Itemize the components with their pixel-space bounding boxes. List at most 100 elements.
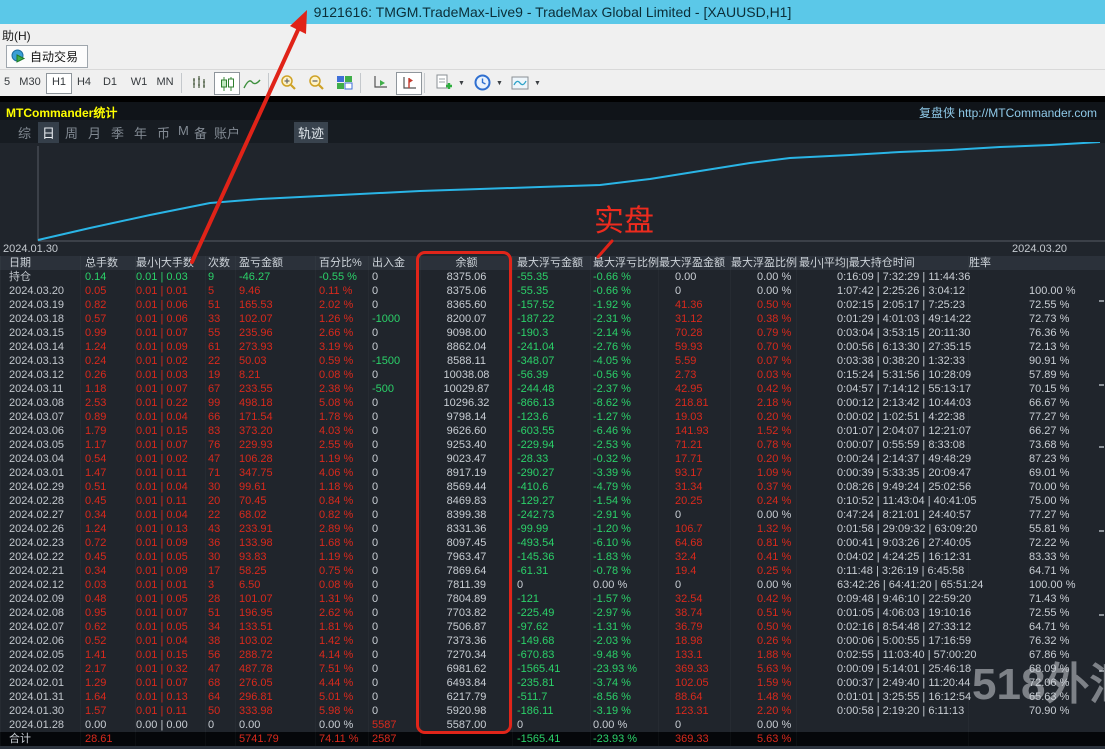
- table-row[interactable]: 2024.02.090.480.01 | 0.0528101.071.31 %0…: [0, 592, 1105, 606]
- table-row[interactable]: 2024.02.280.450.01 | 0.112070.450.84 %08…: [0, 494, 1105, 508]
- cell-min-max-lots: 0.01 | 0.11: [135, 466, 205, 480]
- table-row[interactable]: 2024.01.311.640.01 | 0.1364296.815.01 %0…: [0, 690, 1105, 704]
- cell-pl-percent: 0.11 %: [315, 284, 368, 298]
- cell-count: 51: [205, 298, 235, 312]
- table-row[interactable]: 2024.03.070.890.01 | 0.0466171.541.78 %0…: [0, 410, 1105, 424]
- table-row[interactable]: 2024.01.301.570.01 | 0.1150333.985.98 %0…: [0, 704, 1105, 718]
- chart-shift-icon[interactable]: [396, 72, 422, 95]
- table-row[interactable]: 2024.03.150.990.01 | 0.0755235.962.66 %0…: [0, 326, 1105, 340]
- panel-tab-7[interactable]: 币: [153, 122, 174, 143]
- cell-lots: 0.45: [80, 550, 135, 564]
- templates-icon[interactable]: [508, 72, 532, 93]
- panel-title: MTCommander统计: [6, 104, 117, 121]
- table-row[interactable]: 2024.02.011.290.01 | 0.0768276.054.44 %0…: [0, 676, 1105, 690]
- table-row[interactable]: 2024.03.111.180.01 | 0.0767233.552.38 %-…: [0, 382, 1105, 396]
- table-row[interactable]: 2024.02.080.950.01 | 0.0751196.952.62 %0…: [0, 606, 1105, 620]
- zoom-in-icon[interactable]: [276, 72, 300, 93]
- panel-tab-4[interactable]: 月: [84, 122, 105, 143]
- cell-max-float-loss-pct: -1.20 %: [590, 522, 658, 536]
- table-row[interactable]: 2024.02.261.240.01 | 0.1343233.912.89 %0…: [0, 522, 1105, 536]
- indicators-icon[interactable]: [432, 72, 456, 93]
- cell-lots: 2.53: [80, 396, 135, 410]
- indicators-caret-icon[interactable]: ▼: [458, 80, 465, 87]
- table-row[interactable]: 2024.03.190.820.01 | 0.0651165.532.02 %0…: [0, 298, 1105, 312]
- table-row[interactable]: 2024.02.070.620.01 | 0.0534133.511.81 %0…: [0, 620, 1105, 634]
- timeframe-button-h4[interactable]: H4: [72, 73, 96, 92]
- table-row[interactable]: 2024.02.290.510.01 | 0.043099.611.18 %08…: [0, 480, 1105, 494]
- total-row[interactable]: 合计28.615741.7974.11 %2587-1565.41-23.93 …: [0, 732, 1105, 746]
- timeframe-button-m30[interactable]: M30: [16, 73, 44, 92]
- table-row[interactable]: 2024.01.280.000.00 | 0.0000.000.00 %5587…: [0, 718, 1105, 732]
- cell-max-float-profit: 218.81: [658, 396, 730, 410]
- panel-tab-10[interactable]: 账户: [210, 122, 244, 143]
- table-row[interactable]: 2024.03.120.260.01 | 0.03198.210.08 %010…: [0, 368, 1105, 382]
- panel-tab-6[interactable]: 年: [130, 122, 151, 143]
- cell-max-float-profit-pct: 0.42 %: [730, 382, 796, 396]
- auto-scroll-icon[interactable]: [368, 72, 392, 93]
- table-row[interactable]: 2024.02.270.340.01 | 0.042268.020.82 %08…: [0, 508, 1105, 522]
- bar-chart-icon[interactable]: [188, 72, 212, 93]
- panel-tab-3[interactable]: 周: [61, 122, 82, 143]
- table-row[interactable]: 2024.03.061.790.01 | 0.1583373.204.03 %0…: [0, 424, 1105, 438]
- panel-tab-9[interactable]: 备: [190, 122, 211, 143]
- table-row[interactable]: 2024.03.040.540.01 | 0.0247106.281.19 %0…: [0, 452, 1105, 466]
- cell-max-float-profit-pct: 0.00 %: [730, 270, 796, 284]
- table-row[interactable]: 2024.02.022.170.01 | 0.3247487.787.51 %0…: [0, 662, 1105, 676]
- cell-max-float-profit: 64.68: [658, 536, 730, 550]
- panel-tab-2[interactable]: 日: [38, 122, 59, 143]
- cell-lots: 0.34: [80, 564, 135, 578]
- timeframe-button-w1[interactable]: W1: [126, 73, 152, 92]
- table-row[interactable]: 2024.03.130.240.01 | 0.022250.030.59 %-1…: [0, 354, 1105, 368]
- menu-item-help[interactable]: 助(H): [2, 27, 31, 44]
- templates-caret-icon[interactable]: ▼: [534, 80, 541, 87]
- cell-min-max-lots: 0.01 | 0.15: [135, 424, 205, 438]
- periods-caret-icon[interactable]: ▼: [496, 80, 503, 87]
- cell-win-rate: 83.33 %: [968, 550, 1105, 564]
- timeframe-button-d1[interactable]: D1: [98, 73, 122, 92]
- cell-deposit: 0: [368, 704, 420, 718]
- cell-max-float-profit-pct: 2.20 %: [730, 704, 796, 718]
- cell-balance: 8569.44: [420, 480, 512, 494]
- cell-lots: 0.14: [80, 270, 135, 284]
- table-row[interactable]: 2024.02.230.720.01 | 0.0936133.981.68 %0…: [0, 536, 1105, 550]
- table-row[interactable]: 2024.03.141.240.01 | 0.0961273.933.19 %0…: [0, 340, 1105, 354]
- cell-date: 2024.01.31: [0, 690, 80, 704]
- table-row[interactable]: 2024.02.060.520.01 | 0.0438103.021.42 %0…: [0, 634, 1105, 648]
- table-row[interactable]: 2024.02.210.340.01 | 0.091758.250.75 %07…: [0, 564, 1105, 578]
- timeframe-button-mn[interactable]: MN: [152, 73, 178, 92]
- cell-max-float-profit: 93.17: [658, 466, 730, 480]
- zoom-out-icon[interactable]: [304, 72, 328, 93]
- timeframe-button-5[interactable]: 5: [1, 73, 13, 92]
- cell-deposit: 0: [368, 634, 420, 648]
- panel-tab-5[interactable]: 季: [107, 122, 128, 143]
- periods-clock-icon[interactable]: [470, 72, 494, 93]
- cell-lots: 1.57: [80, 704, 135, 718]
- table-row[interactable]: 2024.03.011.470.01 | 0.1171347.754.06 %0…: [0, 466, 1105, 480]
- table-row[interactable]: 2024.03.051.170.01 | 0.0776229.932.55 %0…: [0, 438, 1105, 452]
- autotrade-button[interactable]: 自动交易: [6, 45, 88, 68]
- cell-win-rate: 64.71 %: [968, 564, 1105, 578]
- cell-count: 9: [205, 270, 235, 284]
- table-row[interactable]: 2024.03.082.530.01 | 0.2299498.185.08 %0…: [0, 396, 1105, 410]
- cell-max-float-profit-pct: 1.88 %: [730, 648, 796, 662]
- cell-win-rate: 76.32 %: [968, 634, 1105, 648]
- cell-date: 2024.03.07: [0, 410, 80, 424]
- table-row[interactable]: 2024.03.180.570.01 | 0.0633102.071.26 %-…: [0, 312, 1105, 326]
- panel-tab-track[interactable]: 轨迹: [294, 122, 328, 143]
- table-row[interactable]: 2024.02.120.030.01 | 0.0136.500.08 %0781…: [0, 578, 1105, 592]
- table-row[interactable]: 2024.02.051.410.01 | 0.1556288.724.14 %0…: [0, 648, 1105, 662]
- holding-row[interactable]: 持仓0.140.01 | 0.039-46.27-0.55 %08375.06-…: [0, 270, 1105, 284]
- cell-deposit: 0: [368, 564, 420, 578]
- table-row[interactable]: 2024.02.220.450.01 | 0.053093.831.19 %07…: [0, 550, 1105, 564]
- cell-max-float-loss: -348.07: [512, 354, 590, 368]
- table-row[interactable]: 2024.03.200.050.01 | 0.0159.460.11 %0837…: [0, 284, 1105, 298]
- panel-tab-1[interactable]: 综: [14, 122, 35, 143]
- cell-deposit: 0: [368, 396, 420, 410]
- candlestick-icon[interactable]: [214, 72, 240, 95]
- cell-pl-percent: 2.02 %: [315, 298, 368, 312]
- panel-site-link[interactable]: 复盘侠 http://MTCommander.com: [919, 104, 1097, 121]
- timeframe-button-h1[interactable]: H1: [46, 73, 72, 94]
- tile-windows-icon[interactable]: [332, 72, 356, 93]
- cell-min-max-lots: 0.01 | 0.05: [135, 620, 205, 634]
- line-chart-icon[interactable]: [240, 72, 264, 93]
